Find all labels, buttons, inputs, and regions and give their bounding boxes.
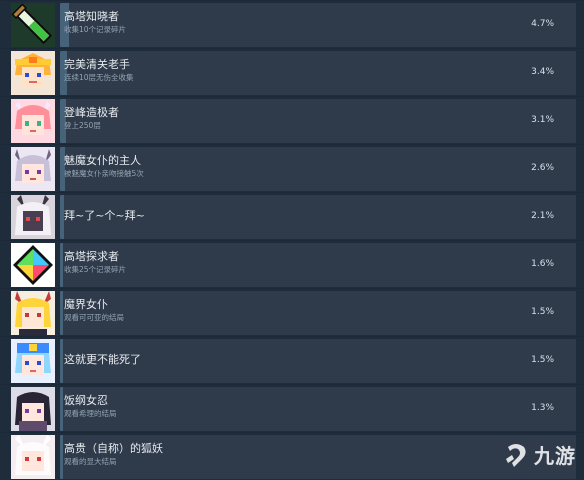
achievement-percent: 1.6% — [531, 259, 554, 269]
police-girl-icon — [11, 339, 55, 383]
progress-fill — [60, 339, 63, 383]
progress-fill — [60, 291, 63, 335]
achievement-title: 完美清关老手 — [64, 58, 130, 71]
progress-fill — [60, 435, 63, 479]
achievement-row[interactable]: 这就更不能死了 1.5% — [0, 337, 584, 384]
crystal-icon — [11, 243, 55, 287]
achievement-description: 连续10层无伤全收集 — [64, 73, 134, 82]
achievement-percent: 3.1% — [531, 115, 554, 125]
achievement-description: 登上250层 — [64, 121, 101, 130]
achievement-bar: 魅魔女仆的主人 被魅魔女仆亲吻接触5次 2.6% — [60, 147, 576, 191]
achievement-description: 观看的显大结局 — [64, 457, 117, 466]
achievement-row[interactable]: 高塔知晓者 收集10个记录碎片 4.7% — [0, 1, 584, 48]
achievement-description: 收集25个记录碎片 — [64, 265, 127, 274]
dark-horned-icon — [11, 195, 55, 239]
achievement-bar: 魔界女仆 观看可可亚的结局 1.5% — [60, 291, 576, 335]
achievement-bar: 完美清关老手 连续10层无伤全收集 3.4% — [60, 51, 576, 95]
achievement-title: 拜~了~个~拜~ — [64, 209, 145, 222]
achievement-row[interactable]: 魔界女仆 观看可可亚的结局 1.5% — [0, 289, 584, 336]
achievement-title: 饭纲女忍 — [64, 394, 108, 407]
achievement-percent: 1.5% — [531, 307, 554, 317]
achievement-bar: 高塔知晓者 收集10个记录碎片 4.7% — [60, 3, 576, 47]
achievement-row[interactable]: 拜~了~个~拜~ 2.1% — [0, 193, 584, 240]
achievement-percent: 3.4% — [531, 67, 554, 77]
achievement-title: 高塔知晓者 — [64, 10, 119, 23]
progress-fill — [60, 387, 63, 431]
achievement-list: 高塔知晓者 收集10个记录碎片 4.7% 完美清关老手 连续10层无伤全收集 3… — [0, 0, 584, 480]
achievement-bar: 拜~了~个~拜~ 2.1% — [60, 195, 576, 239]
achievement-description: 观看希理的结局 — [64, 409, 117, 418]
achievement-row[interactable]: 完美清关老手 连续10层无伤全收集 3.4% — [0, 49, 584, 96]
horned-girl-icon — [11, 99, 55, 143]
blonde-knight-icon — [11, 51, 55, 95]
achievement-description: 观看可可亚的结局 — [64, 313, 124, 322]
achievement-percent: 1.5% — [531, 355, 554, 365]
achievement-row[interactable]: 登峰造极者 登上250层 3.1% — [0, 97, 584, 144]
demon-maid-icon — [11, 291, 55, 335]
ninja-girl-icon — [11, 387, 55, 431]
watermark-text: 九游 — [534, 444, 576, 468]
achievement-description: 收集10个记录碎片 — [64, 25, 127, 34]
achievement-bar: 高塔探求者 收集25个记录碎片 1.6% — [60, 243, 576, 287]
achievement-title: 高塔探求者 — [64, 250, 119, 263]
fox-girl-icon — [11, 435, 55, 479]
progress-fill — [60, 243, 63, 287]
achievement-title: 高贵（自称）的狐妖 — [64, 442, 163, 455]
achievement-bar: 高贵（自称）的狐妖 观看的显大结局 — [60, 435, 576, 479]
achievement-bar: 这就更不能死了 1.5% — [60, 339, 576, 383]
achievement-bar: 登峰造极者 登上250层 3.1% — [60, 99, 576, 143]
potion-icon — [11, 3, 55, 47]
achievement-title: 登峰造极者 — [64, 106, 119, 119]
achievement-title: 这就更不能死了 — [64, 353, 141, 366]
watermark: 九游 — [502, 440, 576, 469]
achievement-title: 魅魔女仆的主人 — [64, 154, 141, 167]
achievement-percent: 2.6% — [531, 163, 554, 173]
succubus-maid-icon — [11, 147, 55, 191]
achievement-bar: 饭纲女忍 观看希理的结局 1.3% — [60, 387, 576, 431]
nine-game-logo-icon — [506, 443, 526, 467]
achievement-percent: 1.3% — [531, 403, 554, 413]
achievement-row[interactable]: 魅魔女仆的主人 被魅魔女仆亲吻接触5次 2.6% — [0, 145, 584, 192]
achievement-percent: 2.1% — [531, 211, 554, 221]
achievement-percent: 4.7% — [531, 19, 554, 29]
achievement-description: 被魅魔女仆亲吻接触5次 — [64, 169, 144, 178]
achievement-row[interactable]: 高塔探求者 收集25个记录碎片 1.6% — [0, 241, 584, 288]
achievement-row[interactable]: 饭纲女忍 观看希理的结局 1.3% — [0, 385, 584, 432]
achievement-title: 魔界女仆 — [64, 298, 108, 311]
